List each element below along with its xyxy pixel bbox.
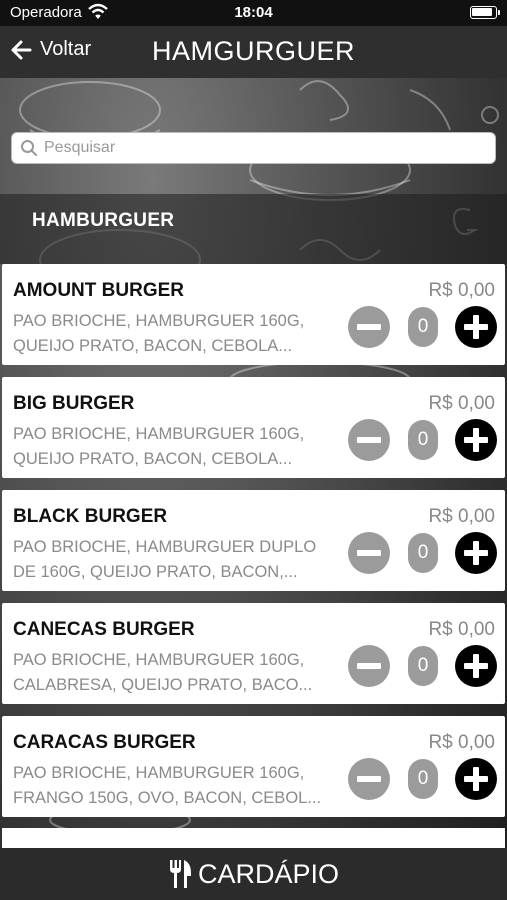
quantity-field[interactable]: 0 xyxy=(408,420,438,460)
product-card[interactable]: CANECAS BURGER R$ 0,00 PAO BRIOCHE, HAMB… xyxy=(2,603,505,704)
product-card[interactable]: CARACAS BURGER R$ 0,00 PAO BRIOCHE, HAMB… xyxy=(2,716,505,817)
product-price: R$ 0,00 xyxy=(428,506,495,527)
product-name: BLACK BURGER xyxy=(13,506,168,527)
menu-tab-label: CARDÁPIO xyxy=(197,858,340,889)
navigation-bar: Voltar HAMGURGUER xyxy=(0,26,507,78)
minus-icon[interactable] xyxy=(348,645,390,687)
quantity-field[interactable]: 0 xyxy=(408,533,438,573)
product-card[interactable]: BIG BURGER R$ 0,00 PAO BRIOCHE, HAMBURGU… xyxy=(2,377,505,478)
clock: 18:04 xyxy=(234,4,273,21)
product-name: CANECAS BURGER xyxy=(13,619,195,640)
product-description-line: PAO BRIOCHE, HAMBURGUER DUPLO xyxy=(13,538,317,556)
search-box[interactable] xyxy=(11,132,496,164)
product-description: PAO BRIOCHE, HAMBURGUER DUPLO DE 160G, Q… xyxy=(13,535,343,585)
quantity-field[interactable]: 0 xyxy=(408,759,438,799)
minus-icon[interactable] xyxy=(348,419,390,461)
product-description-line: DE 160G, QUEIJO PRATO, BACON,... xyxy=(13,563,298,581)
category-header: HAMBURGUER xyxy=(0,194,507,264)
status-bar: Operadora 18:04 xyxy=(0,0,507,26)
menu-tab-button[interactable]: CARDÁPIO xyxy=(0,848,507,900)
minus-icon[interactable] xyxy=(348,758,390,800)
product-name: BIG BURGER xyxy=(13,393,135,414)
product-card[interactable]: BLACK BURGER R$ 0,00 PAO BRIOCHE, HAMBUR… xyxy=(2,490,505,591)
product-name: AMOUNT BURGER xyxy=(13,280,184,301)
cutlery-icon xyxy=(169,860,191,888)
product-price: R$ 0,00 xyxy=(428,619,495,640)
product-description-line: QUEIJO PRATO, BACON, CEBOLA... xyxy=(13,337,293,355)
quantity-field[interactable]: 0 xyxy=(408,646,438,686)
product-description: PAO BRIOCHE, HAMBURGUER 160G, QUEIJO PRA… xyxy=(13,309,343,359)
product-price: R$ 0,00 xyxy=(428,393,495,414)
plus-icon[interactable] xyxy=(455,532,497,574)
product-description-line: PAO BRIOCHE, HAMBURGUER 160G, xyxy=(13,651,305,669)
product-description: PAO BRIOCHE, HAMBURGUER 160G, FRANGO 150… xyxy=(13,761,343,811)
product-description-line: FRANGO 150G, OVO, BACON, CEBOL... xyxy=(13,789,322,807)
plus-icon[interactable] xyxy=(455,306,497,348)
product-description-line: PAO BRIOCHE, HAMBURGUER 160G, xyxy=(13,312,305,330)
product-price: R$ 0,00 xyxy=(428,280,495,301)
plus-icon[interactable] xyxy=(455,419,497,461)
minus-icon[interactable] xyxy=(348,306,390,348)
product-card-partial[interactable] xyxy=(2,828,505,848)
search-input[interactable] xyxy=(44,139,484,157)
search-icon xyxy=(21,140,37,156)
product-price: R$ 0,00 xyxy=(428,732,495,753)
search-area xyxy=(0,78,507,194)
category-title: HAMBURGUER xyxy=(32,210,175,231)
quantity-field[interactable]: 0 xyxy=(408,307,438,347)
minus-icon[interactable] xyxy=(348,532,390,574)
product-description-line: CALABRESA, QUEIJO PRATO, BACO... xyxy=(13,676,313,694)
product-name: CARACAS BURGER xyxy=(13,732,196,753)
product-description: PAO BRIOCHE, HAMBURGUER 160G, CALABRESA,… xyxy=(13,648,343,698)
battery-icon xyxy=(470,6,500,19)
plus-icon[interactable] xyxy=(455,645,497,687)
plus-icon[interactable] xyxy=(455,758,497,800)
product-card[interactable]: AMOUNT BURGER R$ 0,00 PAO BRIOCHE, HAMBU… xyxy=(2,264,505,365)
page-title: HAMGURGUER xyxy=(151,36,355,66)
product-description: PAO BRIOCHE, HAMBURGUER 160G, QUEIJO PRA… xyxy=(13,422,343,472)
product-description-line: QUEIJO PRATO, BACON, CEBOLA... xyxy=(13,450,293,468)
product-description-line: PAO BRIOCHE, HAMBURGUER 160G, xyxy=(13,425,305,443)
product-description-line: PAO BRIOCHE, HAMBURGUER 160G, xyxy=(13,764,305,782)
